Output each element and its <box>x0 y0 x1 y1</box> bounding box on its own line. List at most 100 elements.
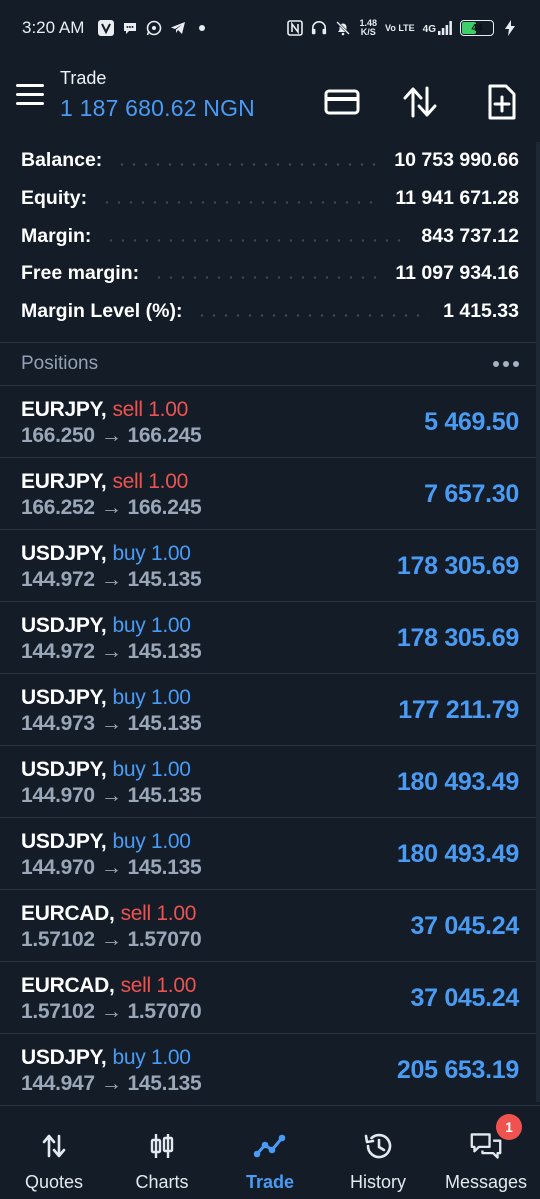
nav-trade-label: Trade <box>245 1172 295 1192</box>
position-side: buy 1.00 <box>112 542 191 565</box>
margin-label: Margin: <box>21 224 92 247</box>
position-side: sell 1.00 <box>120 974 197 997</box>
position-symbol: EURJPY, <box>21 398 107 421</box>
position-open-price: 144.970 <box>21 784 95 807</box>
leader-dots <box>196 314 430 318</box>
chat-bubble-icon <box>122 20 138 36</box>
position-current-price: 1.57070 <box>127 928 202 951</box>
position-profit: 7 657.30 <box>424 480 519 508</box>
nav-history[interactable]: History <box>324 1106 432 1199</box>
position-side: sell 1.00 <box>112 470 188 493</box>
nav-messages[interactable]: Messages 1 <box>432 1106 540 1199</box>
position-profit: 178 305.69 <box>396 552 519 580</box>
network-speed: 1.48 K/S <box>359 19 377 37</box>
margin-level-label: Margin Level (%): <box>21 300 183 323</box>
more-options-icon[interactable] <box>493 361 519 367</box>
margin-value: 843 737.12 <box>421 224 519 247</box>
position-open-price: 1.57102 <box>21 1000 95 1023</box>
arrow-right-icon: → <box>100 712 122 735</box>
position-symbol: USDJPY, <box>21 542 107 565</box>
margin-level-value: 1 415.33 <box>443 300 519 323</box>
position-row[interactable]: EURJPY, sell 1.00 166.250 → 166.245 5 469.5… <box>0 386 540 458</box>
vpn-v-icon <box>98 20 115 36</box>
position-open-price: 166.252 <box>21 496 95 519</box>
nfc-icon <box>287 20 304 36</box>
position-row[interactable]: EURJPY, sell 1.00 166.252 → 166.245 7 657.3… <box>0 458 540 530</box>
position-row[interactable]: USDJPY, buy 1.00 144.947 → 145.135 205 653.… <box>0 1034 540 1106</box>
nav-messages-label: Messages <box>444 1172 528 1192</box>
equity-value: 11 941 671.28 <box>395 187 519 210</box>
battery-icon: 44 <box>460 20 494 36</box>
nav-trade[interactable]: Trade <box>216 1106 324 1199</box>
arrow-right-icon: → <box>100 640 122 663</box>
position-current-price: 145.135 <box>127 568 202 591</box>
volte-indicator: Vo LTE <box>384 22 415 33</box>
position-open-price: 166.250 <box>21 424 95 447</box>
leader-dots <box>101 201 382 205</box>
position-symbol: EURCAD, <box>21 974 115 997</box>
network-type: 4G <box>422 24 436 35</box>
quotes-icon <box>38 1130 70 1162</box>
position-open-price: 144.972 <box>21 568 95 591</box>
position-symbol: EURCAD, <box>21 902 115 925</box>
position-side: sell 1.00 <box>120 902 197 925</box>
arrow-right-icon: → <box>100 856 122 879</box>
menu-icon[interactable] <box>16 84 44 106</box>
position-profit: 177 211.79 <box>398 696 519 724</box>
nav-charts[interactable]: Charts <box>108 1106 216 1199</box>
page-title: Trade <box>60 68 107 88</box>
arrow-right-icon: → <box>100 1000 122 1023</box>
position-profit: 5 469.50 <box>424 408 519 436</box>
position-row[interactable]: USDJPY, buy 1.00 144.972 → 145.135 178 305.… <box>0 602 540 674</box>
messages-icon <box>470 1130 502 1162</box>
nav-charts-label: Charts <box>135 1172 189 1192</box>
position-row[interactable]: USDJPY, buy 1.00 144.970 → 145.135 180 493.… <box>0 818 540 890</box>
new-order-icon[interactable] <box>482 82 522 122</box>
signal-icon: 4G <box>423 21 452 35</box>
position-profit: 180 493.49 <box>396 768 519 796</box>
position-row[interactable]: USDJPY, buy 1.00 144.970 → 145.135 180 493.… <box>0 746 540 818</box>
scrollbar-track[interactable] <box>536 142 540 1102</box>
card-icon[interactable] <box>322 82 362 122</box>
app-header: Trade 1 187 680.62 NGN <box>0 56 540 140</box>
free-margin-label: Free margin: <box>21 262 140 285</box>
position-open-price: 144.947 <box>21 1072 95 1095</box>
position-current-price: 145.135 <box>127 640 202 663</box>
summary-row-equity: Equity: 11 941 671.28 <box>0 180 540 218</box>
headphones-icon <box>311 20 327 36</box>
position-symbol: USDJPY, <box>21 830 107 853</box>
position-current-price: 145.135 <box>127 1072 202 1095</box>
battery-level: 44 <box>471 22 483 34</box>
equity-label: Equity: <box>21 187 88 210</box>
bottom-nav: Quotes Charts Trade History Messages 1 <box>0 1106 540 1199</box>
position-side: buy 1.00 <box>112 686 191 709</box>
charging-icon <box>502 20 518 36</box>
sort-arrows-icon[interactable] <box>400 82 440 122</box>
balance-label: Balance: <box>21 149 103 172</box>
status-bar: 3:20 AM 1.48 K/S Vo LTE 4G 44 <box>0 0 540 56</box>
position-row[interactable]: EURCAD, sell 1.00 1.57102 → 1.57070 37 045.… <box>0 962 540 1034</box>
summary-row-margin-level: Margin Level (%): 1 415.33 <box>0 293 540 331</box>
summary-row-margin: Margin: 843 737.12 <box>0 217 540 255</box>
leader-dots <box>105 238 408 242</box>
position-symbol: USDJPY, <box>21 614 107 637</box>
position-open-price: 144.973 <box>21 712 95 735</box>
balance-value: 10 753 990.66 <box>394 149 519 172</box>
dot-icon <box>194 20 210 36</box>
position-row[interactable]: USDJPY, buy 1.00 144.972 → 145.135 178 305.… <box>0 530 540 602</box>
summary-row-free-margin: Free margin: 11 097 934.16 <box>0 255 540 293</box>
position-current-price: 145.135 <box>127 712 202 735</box>
position-row[interactable]: EURCAD, sell 1.00 1.57102 → 1.57070 37 045.… <box>0 890 540 962</box>
arrow-right-icon: → <box>100 928 122 951</box>
position-current-price: 1.57070 <box>127 1000 202 1023</box>
arrow-right-icon: → <box>100 1072 122 1095</box>
position-row[interactable]: USDJPY, buy 1.00 144.973 → 145.135 177 211.… <box>0 674 540 746</box>
position-open-price: 1.57102 <box>21 928 95 951</box>
position-open-price: 144.970 <box>21 856 95 879</box>
nav-quotes[interactable]: Quotes <box>0 1106 108 1199</box>
position-profit: 37 045.24 <box>410 912 519 940</box>
charts-icon <box>146 1130 178 1162</box>
position-side: buy 1.00 <box>112 614 191 637</box>
position-current-price: 145.135 <box>127 784 202 807</box>
position-side: buy 1.00 <box>112 1046 191 1069</box>
